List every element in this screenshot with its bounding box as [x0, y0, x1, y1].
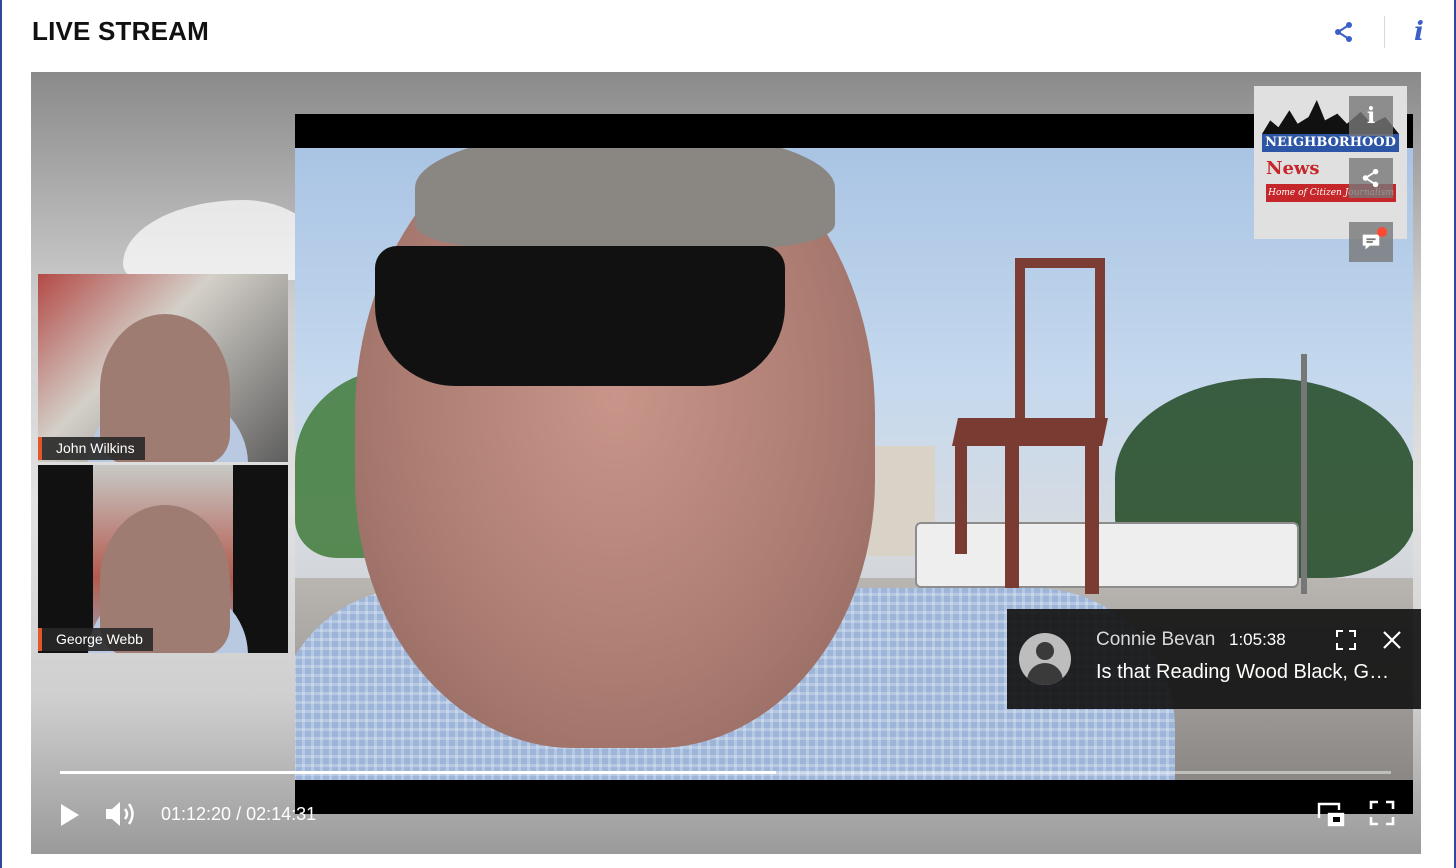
- live-comment-popup[interactable]: Connie Bevan 1:05:38 Is that Reading Woo…: [1007, 609, 1421, 709]
- comment-timestamp[interactable]: 1:05:38: [1229, 630, 1286, 650]
- scene-chair-leg: [1085, 444, 1099, 594]
- chat-icon[interactable]: [1349, 222, 1393, 262]
- time-display: 01:12:20 / 02:14:31: [161, 804, 316, 825]
- participant-name-tag: John Wilkins: [38, 437, 145, 460]
- current-time: 01:12:20: [161, 804, 232, 824]
- main-video-feed[interactable]: [295, 114, 1413, 814]
- scene-chair-leg: [955, 444, 967, 554]
- share-icon[interactable]: [1332, 20, 1356, 44]
- scene-chair-back: [1015, 258, 1105, 428]
- share-icon[interactable]: [1349, 158, 1393, 198]
- fullscreen-icon[interactable]: [1369, 800, 1395, 826]
- participant-tile[interactable]: John Wilkins: [38, 274, 288, 462]
- scene-chair-leg: [1005, 444, 1019, 594]
- background-map-graphic: [123, 200, 323, 280]
- info-icon[interactable]: i: [1349, 96, 1393, 136]
- scene-chair-seat: [952, 418, 1108, 446]
- page-border-left: [0, 0, 2, 868]
- close-icon[interactable]: [1380, 628, 1404, 652]
- speaker-sunglasses: [375, 246, 785, 386]
- info-icon[interactable]: i: [1410, 14, 1428, 50]
- logo-title: NEIGHBORHOOD: [1262, 134, 1399, 152]
- duration: 02:14:31: [246, 804, 317, 824]
- header-divider: [1384, 16, 1385, 48]
- time-separator: /: [236, 804, 242, 824]
- volume-icon[interactable]: [103, 798, 139, 830]
- speaker-hair: [415, 148, 835, 248]
- progress-bar[interactable]: [60, 771, 1391, 774]
- video-player[interactable]: John Wilkins George Webb NEIGHBORHOOD Ne…: [31, 72, 1421, 854]
- scene-pole: [1301, 354, 1307, 594]
- notification-dot: [1377, 227, 1387, 237]
- page-title: LIVE STREAM: [32, 16, 209, 46]
- progress-bar-fill: [60, 771, 777, 774]
- participant-tile[interactable]: George Webb: [38, 465, 288, 653]
- expand-icon[interactable]: [1335, 629, 1357, 651]
- scene-bus: [915, 522, 1299, 588]
- participant-name-tag: George Webb: [38, 628, 153, 651]
- play-icon[interactable]: [57, 800, 83, 830]
- avatar: [1019, 633, 1071, 685]
- comment-text: Is that Reading Wood Black, G…: [1096, 661, 1390, 683]
- picture-in-picture-icon[interactable]: [1317, 800, 1345, 828]
- comment-author: Connie Bevan: [1096, 629, 1216, 650]
